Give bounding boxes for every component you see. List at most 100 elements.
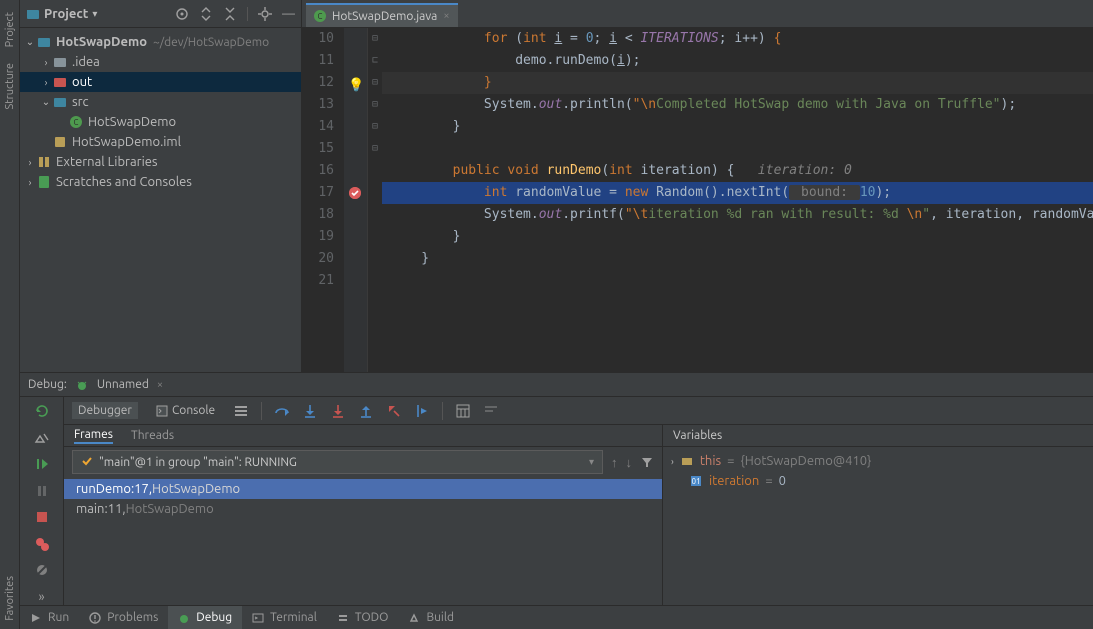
next-frame-icon[interactable]: ↓ — [626, 455, 633, 470]
thread-selector-label: "main"@1 in group "main": RUNNING — [99, 456, 297, 469]
expand-arrow-icon[interactable]: ⌄ — [40, 96, 52, 108]
var-row[interactable]: 01 iteration = 0 — [671, 471, 1085, 491]
todo-tool-tab[interactable]: TODO — [327, 606, 399, 629]
debugger-tab[interactable]: Debugger — [72, 402, 138, 419]
prev-frame-icon[interactable]: ↑ — [611, 455, 618, 470]
step-over-icon[interactable] — [274, 403, 290, 419]
mute-breakpoints-icon[interactable] — [32, 562, 52, 579]
fold-gutter[interactable]: ⊟⊏⊟ ⊟⊟⊟ — [368, 28, 382, 372]
tree-item-src[interactable]: ⌄ src — [20, 92, 301, 112]
expand-arrow-icon[interactable]: › — [40, 77, 52, 88]
view-breakpoints-icon[interactable] — [32, 536, 52, 553]
expand-arrow-icon[interactable]: ⌄ — [24, 36, 36, 48]
expand-arrow-icon[interactable]: › — [671, 456, 674, 467]
bulb-icon[interactable]: 💡 — [348, 75, 364, 97]
expand-arrow-icon[interactable]: › — [24, 157, 36, 168]
problems-tool-tab[interactable]: Problems — [79, 606, 168, 629]
trace-icon[interactable] — [483, 403, 499, 419]
editor-tab-label: HotSwapDemo.java — [332, 10, 437, 23]
frames-header: Frames Threads — [64, 425, 662, 447]
threads-tab[interactable]: Threads — [131, 429, 174, 442]
left-tool-strip: Project Structure Favorites — [0, 0, 20, 629]
threads-icon[interactable] — [233, 403, 249, 419]
editor-tab[interactable]: C HotSwapDemo.java × — [306, 3, 458, 27]
debug-toolbar: Debugger Console — [64, 397, 1093, 425]
separator — [247, 7, 248, 21]
editor-panel: C HotSwapDemo.java × 101112131415 161718… — [302, 0, 1093, 372]
gear-icon[interactable] — [258, 7, 272, 21]
frames-panel: Frames Threads "main"@1 in group "main":… — [64, 425, 663, 605]
console-tab[interactable]: Console — [150, 402, 221, 419]
line-number-gutter: 101112131415 161718192021 — [302, 28, 344, 372]
debug-action-strip: » — [20, 397, 64, 605]
terminal-tool-tab[interactable]: Terminal — [242, 606, 327, 629]
expand-all-icon[interactable] — [199, 7, 213, 21]
close-icon[interactable]: × — [157, 379, 163, 391]
favorites-tool-tab[interactable]: Favorites — [4, 568, 16, 629]
hide-icon[interactable]: — — [282, 7, 295, 21]
drop-frame-icon[interactable] — [386, 403, 402, 419]
structure-tool-tab[interactable]: Structure — [4, 55, 16, 118]
variables-panel: Variables › this = {HotSwapDemo@410} 01 — [663, 425, 1093, 605]
variables-list[interactable]: › this = {HotSwapDemo@410} 01 iteration … — [663, 447, 1093, 605]
chevron-down-icon[interactable]: ▾ — [589, 456, 594, 468]
vars-header: Variables — [663, 425, 1093, 447]
run-to-cursor-icon[interactable] — [414, 403, 430, 419]
editor-tabs: C HotSwapDemo.java × — [302, 0, 1093, 28]
code-editor[interactable]: 101112131415 161718192021 💡 ⊟⊏⊟ ⊟⊟⊟ — [302, 28, 1093, 372]
resume-icon[interactable] — [32, 456, 52, 473]
step-into-icon[interactable] — [302, 403, 318, 419]
frame-row[interactable]: main:11, HotSwapDemo — [64, 499, 662, 519]
pause-icon[interactable] — [32, 483, 52, 500]
tree-label: HotSwapDemo — [56, 35, 147, 49]
tree-label: out — [72, 75, 92, 89]
tree-item-idea[interactable]: › .idea — [20, 52, 301, 72]
tree-item-iml[interactable]: HotSwapDemo.iml — [20, 132, 301, 152]
breakpoint-icon[interactable] — [349, 187, 361, 199]
run-tool-tab[interactable]: Run — [20, 606, 79, 629]
evaluate-icon[interactable] — [455, 403, 471, 419]
step-out-icon[interactable] — [358, 403, 374, 419]
code-content[interactable]: for (int i = 0; i < ITERATIONS; i++) { d… — [382, 28, 1093, 372]
thread-selector[interactable]: "main"@1 in group "main": RUNNING ▾ — [72, 450, 603, 474]
svg-text:C: C — [74, 118, 79, 127]
debug-panel: Debug: Unnamed × » Debugger Console — [20, 373, 1093, 605]
tree-root[interactable]: ⌄ HotSwapDemo ~/dev/HotSwapDemo — [20, 32, 301, 52]
settings-icon[interactable] — [32, 430, 52, 447]
var-row[interactable]: › this = {HotSwapDemo@410} — [671, 451, 1085, 471]
expand-arrow-icon[interactable]: › — [24, 177, 36, 188]
expand-arrow-icon[interactable]: › — [40, 57, 52, 68]
svg-text:C: C — [318, 12, 323, 21]
frame-list[interactable]: runDemo:17, HotSwapDemo main:11, HotSwap… — [64, 477, 662, 605]
tree-label: Scratches and Consoles — [56, 175, 192, 189]
tree-item-hotswapdemo[interactable]: C HotSwapDemo — [20, 112, 301, 132]
build-tool-tab[interactable]: Build — [398, 606, 464, 629]
more-icon[interactable]: » — [32, 589, 52, 606]
project-tree[interactable]: ⌄ HotSwapDemo ~/dev/HotSwapDemo › .idea … — [20, 28, 301, 196]
debug-title-bar: Debug: Unnamed × — [20, 373, 1093, 397]
project-tool-tab[interactable]: Project — [4, 4, 16, 55]
chevron-down-icon[interactable]: ▾ — [92, 8, 97, 20]
variables-tab[interactable]: Variables — [673, 429, 722, 442]
tree-label: External Libraries — [56, 155, 158, 169]
collapse-all-icon[interactable] — [223, 7, 237, 21]
project-title[interactable]: Project — [44, 7, 88, 21]
stop-icon[interactable] — [32, 509, 52, 526]
tree-item-scratches[interactable]: › Scratches and Consoles — [20, 172, 301, 192]
project-panel-header: Project ▾ — — [20, 0, 301, 28]
tree-path: ~/dev/HotSwapDemo — [153, 36, 269, 49]
debug-config-name[interactable]: Unnamed — [97, 378, 149, 391]
close-icon[interactable]: × — [443, 10, 449, 22]
svg-text:01: 01 — [691, 477, 700, 486]
tree-item-out[interactable]: › out — [20, 72, 301, 92]
tree-item-ext-libs[interactable]: › External Libraries — [20, 152, 301, 172]
tree-label: HotSwapDemo — [88, 115, 176, 129]
gutter-icons[interactable]: 💡 — [344, 28, 368, 372]
debug-tool-tab[interactable]: Debug — [168, 606, 242, 629]
locate-icon[interactable] — [175, 7, 189, 21]
rerun-icon[interactable] — [32, 403, 52, 420]
frame-row[interactable]: runDemo:17, HotSwapDemo — [64, 479, 662, 499]
force-step-into-icon[interactable] — [330, 403, 346, 419]
frames-tab[interactable]: Frames — [74, 428, 113, 444]
filter-icon[interactable] — [640, 455, 654, 469]
